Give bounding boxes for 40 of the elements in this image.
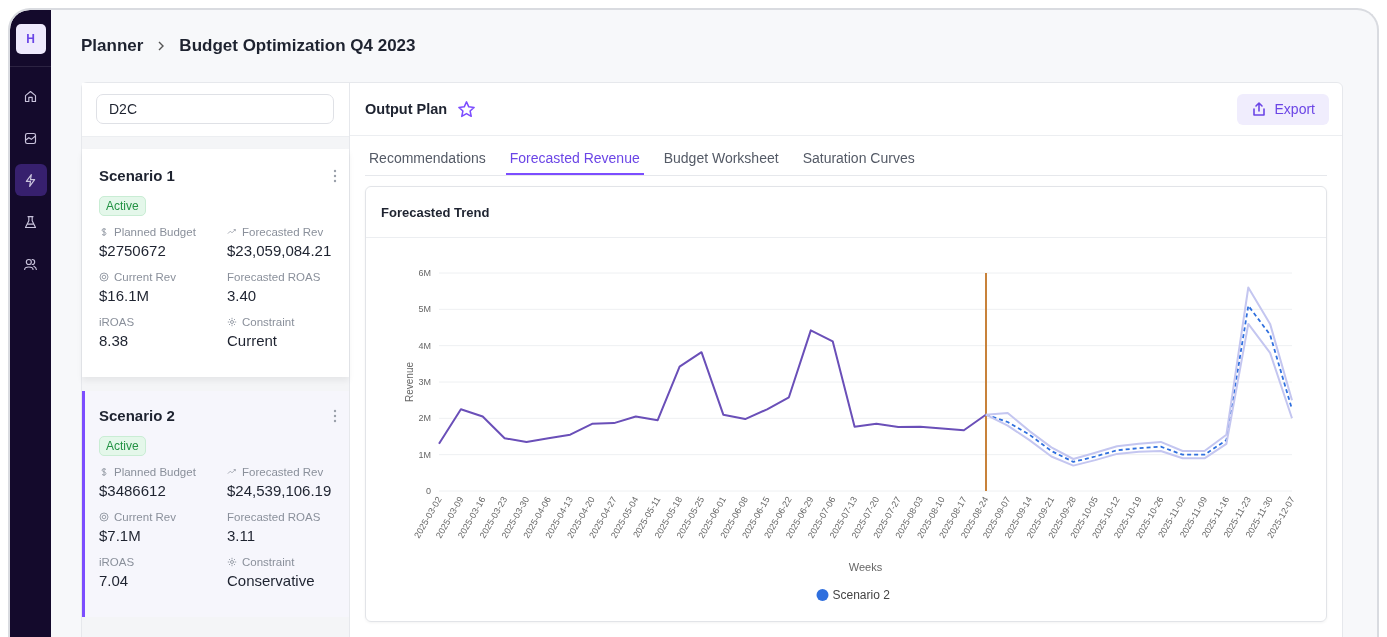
breadcrumb-item: Budget Optimization Q4 2023 (179, 36, 416, 56)
y-axis-title: Revenue (404, 362, 415, 402)
panel-title: Output Plan (365, 101, 448, 117)
metric-value: $23,059,084.21 (227, 242, 333, 259)
metric-label: Current Rev (114, 270, 176, 283)
scenario-title: Scenario 1 (99, 167, 175, 184)
y-tick-label: 6M (418, 268, 431, 278)
metric-label: Forecasted ROAS (227, 270, 321, 283)
metric-value: 3.40 (227, 287, 258, 304)
metric-label: iROAS (99, 555, 135, 568)
metric-label: Forecasted ROAS (227, 510, 321, 523)
y-tick-label: 5M (418, 304, 431, 315)
metric-label: Planned Budget (114, 225, 196, 238)
status-badge: Active (99, 436, 146, 456)
y-tick-label: 0 (426, 486, 431, 496)
metric-value: 3.11 (227, 527, 257, 544)
metric-value: Conservative (227, 572, 316, 589)
metric-label: Forecasted Rev (242, 225, 324, 238)
metric-label: iROAS (99, 315, 135, 328)
metric-label: Planned Budget (114, 465, 196, 478)
metric-label: Constraint (242, 315, 295, 328)
chart-title: Forecasted Trend (381, 204, 490, 220)
metric-value: $24,539,106.19 (227, 482, 333, 499)
status-badge: Active (99, 196, 146, 216)
x-axis-title: Weeks (848, 561, 883, 573)
scenario-title: Scenario 2 (99, 407, 175, 424)
metric-value: Current (227, 332, 279, 349)
y-tick-label: 3M (418, 377, 431, 387)
metric-label: Constraint (242, 555, 295, 568)
metric-value: 8.38 (99, 332, 130, 349)
metric-value: $16.1M (99, 287, 151, 304)
metric-value: $3486612 (99, 482, 167, 499)
metric-label: Forecasted Rev (242, 465, 324, 478)
metric-value: 7.04 (99, 572, 130, 589)
metric-label: Current Rev (114, 510, 176, 523)
metric-value: $7.1M (99, 527, 142, 544)
y-tick-label: 1M (418, 449, 431, 460)
y-tick-label: 4M (418, 340, 431, 351)
metric-value: $2750672 (99, 242, 167, 259)
y-tick-label: 2M (418, 413, 431, 424)
